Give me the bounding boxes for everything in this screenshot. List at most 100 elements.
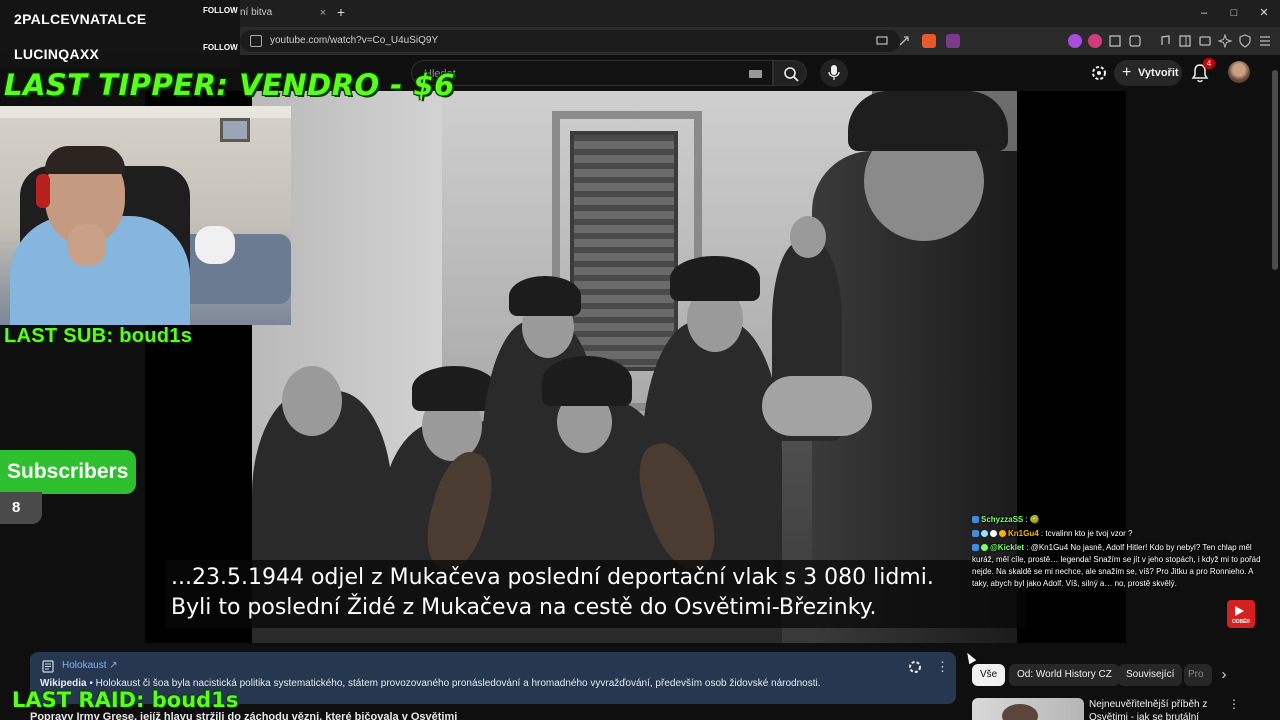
address-bar[interactable]: youtube.com/watch?v=Co_U4uSiQ9Y (240, 30, 900, 52)
tab-close-icon[interactable]: × (316, 4, 330, 22)
video-scene-child-face (790, 216, 826, 258)
video-scene-child-hat (509, 276, 581, 316)
info-panel-feedback-icon[interactable] (907, 659, 923, 675)
info-panel-more-icon[interactable]: ⋮ (936, 658, 949, 676)
video-title: Popravy Irmy Grese, jejíž hlavu stržili … (30, 711, 458, 720)
chat-badge-icon (972, 530, 979, 537)
extension-icon[interactable] (1068, 34, 1082, 48)
sidebar-icon[interactable] (1178, 34, 1192, 48)
studio-icon[interactable] (1090, 64, 1108, 82)
youtube-subscribe-overlay[interactable]: ODBĚR (1227, 600, 1255, 628)
article-icon (42, 660, 54, 673)
video-scene-man-hand (762, 376, 872, 436)
webcam-headset (36, 174, 50, 208)
chat-message: SchyzzaSS : 🥝 (972, 514, 1272, 526)
page-scrollbar-thumb[interactable] (1272, 70, 1278, 270)
chat-text: tcvalinn kto je tvoj vzor ? (1045, 529, 1133, 538)
chat-message: Kn1Gu4 : tcvalinn kto je tvoj vzor ? (972, 528, 1272, 540)
video-scene-child-face (282, 366, 342, 436)
chat-username: @Kicklet (990, 543, 1025, 552)
video-subtitles: ...23.5.1944 odjel z Mukačeva poslední d… (165, 560, 1025, 628)
follow-tag-1: FOLLOW (203, 6, 238, 15)
chat-separator: : (1024, 543, 1031, 552)
microphone-icon (828, 65, 840, 80)
downloads-icon[interactable] (1128, 34, 1142, 48)
share-icon[interactable] (898, 35, 910, 47)
plus-icon: + (1122, 64, 1132, 81)
voice-search-button[interactable] (820, 59, 848, 87)
webcam-picture-frame (220, 118, 250, 142)
search-input[interactable]: Hledat (411, 60, 773, 86)
follow-alert-1: 2PALCEVNATALCE FOLLOW (0, 0, 240, 34)
recommendation-more-icon[interactable]: ⋮ (1228, 697, 1240, 713)
chat-message: @Kicklet : @Kn1Gu4 No jasně, Adolf Hitle… (972, 542, 1262, 590)
brave-shield-icon[interactable] (922, 34, 936, 48)
subtitle-line-1: ...23.5.1944 odjel z Mukačeva poslední d… (171, 565, 934, 590)
chat-badge-icon (981, 530, 988, 537)
follower-name-2: LUCINQAXX (14, 46, 100, 62)
puzzle-icon[interactable] (1108, 34, 1122, 48)
close-window-button[interactable]: ✕ (1250, 4, 1278, 22)
chat-badge-icon (990, 530, 997, 537)
browser-menu-icon[interactable] (1258, 34, 1272, 48)
follower-name-1: 2PALCEVNATALCE (14, 11, 147, 27)
chip-related[interactable]: Související (1118, 664, 1183, 686)
create-label: Vytvořit (1138, 67, 1179, 79)
chat-username: SchyzzaSS (981, 515, 1024, 524)
account-avatar[interactable] (1228, 61, 1250, 83)
cast-icon[interactable] (876, 35, 888, 47)
chevron-right-icon[interactable]: › (1216, 666, 1232, 684)
thumbnail-figure (1002, 704, 1038, 720)
vpn-shield-icon[interactable] (1238, 34, 1252, 48)
subscribers-label: Subscribers (0, 450, 136, 494)
subtitle-line-2: Byli to poslední Židé z Mukačeva na cest… (171, 595, 877, 620)
recommendation-title[interactable]: Nejneuvěřitelnější příběh z Osvětimi - j… (1089, 698, 1219, 720)
youtube-play-icon (1235, 606, 1244, 616)
search-button[interactable] (773, 60, 807, 86)
chip-from-channel[interactable]: Od: World History CZ (1009, 664, 1120, 686)
last-tipper-banner: LAST TIPPER: VENDRO - $6 (4, 68, 455, 102)
video-scene-man-hat (848, 91, 1008, 151)
search-icon (784, 67, 799, 82)
create-button[interactable]: + Vytvořit (1114, 60, 1182, 86)
chat-separator: : (1023, 515, 1030, 524)
minimize-button[interactable]: – (1190, 4, 1218, 22)
stream-chat-overlay: SchyzzaSS : 🥝 Kn1Gu4 : tcvalinn kto je t… (972, 514, 1272, 592)
brave-rewards-icon[interactable] (946, 34, 960, 48)
site-settings-icon[interactable] (250, 35, 262, 47)
info-panel-link[interactable]: Holokaust ↗ (62, 660, 118, 671)
chat-text: 🥝 (1029, 515, 1040, 524)
tab-title: ní bitva (240, 7, 273, 18)
extension-icon-2[interactable] (1088, 34, 1102, 48)
last-sub-banner: LAST SUB: boud1s (4, 325, 193, 347)
follow-tag-2: FOLLOW (203, 43, 238, 52)
chip-all[interactable]: Vše (972, 664, 1006, 686)
video-scene-child-hat (670, 256, 760, 301)
screen: ní bitva × + – □ ✕ youtube.com/watch?v=C… (0, 0, 1280, 720)
streamer-webcam (0, 106, 291, 325)
video-scene-shutter (570, 131, 678, 371)
chat-badge-icon (999, 530, 1006, 537)
chip-for-you[interactable]: Pro (1184, 664, 1212, 686)
leo-ai-icon[interactable] (1218, 34, 1232, 48)
follow-alert-2: LUCINQAXX FOLLOW (0, 34, 240, 68)
url-text[interactable]: youtube.com/watch?v=Co_U4uSiQ9Y (270, 30, 438, 52)
webcam-cloth (195, 226, 235, 264)
subscribers-count: 8 (0, 492, 42, 524)
keyboard-icon[interactable] (749, 70, 762, 78)
chat-badge-icon (972, 544, 979, 551)
wallet-icon[interactable] (1198, 34, 1212, 48)
video-scene-child-hat (412, 366, 497, 411)
webcam-person-hand (68, 224, 106, 266)
new-tab-button[interactable]: + (334, 4, 348, 22)
webcam-shelf (0, 106, 291, 118)
last-raid-banner: LAST RAID: boud1s (12, 688, 239, 712)
maximize-button[interactable]: □ (1220, 4, 1248, 22)
subscribe-overlay-label: ODBĚR (1231, 619, 1251, 625)
music-icon[interactable] (1158, 34, 1172, 48)
recommendation-thumbnail[interactable] (972, 698, 1084, 720)
mouse-cursor-icon (963, 650, 977, 665)
chat-badge-icon (972, 516, 979, 523)
chat-username: Kn1Gu4 (1008, 529, 1039, 538)
video-scene-child-hat (542, 356, 632, 406)
